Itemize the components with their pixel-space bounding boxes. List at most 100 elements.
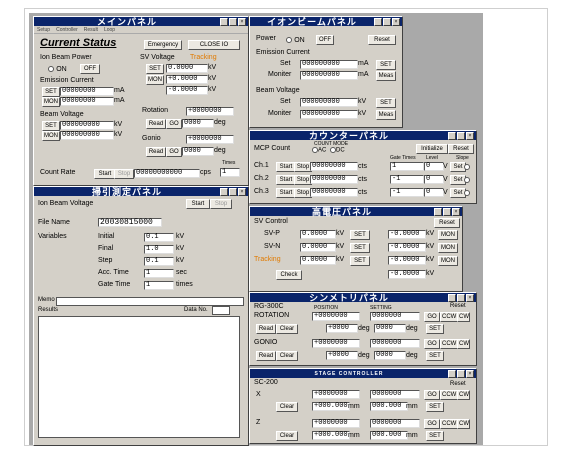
reset-button[interactable]: Reset (450, 303, 466, 309)
bv-meas-button[interactable]: Meas (376, 110, 396, 120)
channel-start-button[interactable]: Start (276, 188, 296, 198)
x-mm-field[interactable]: +000.000 (312, 402, 350, 411)
sv-mon2-field[interactable]: -0.0000 (166, 86, 208, 95)
rotation-clear-button[interactable]: Clear (276, 324, 298, 334)
rotation-deg-field[interactable]: +0000 (326, 324, 358, 333)
emission-set-field[interactable]: 000000000 (300, 60, 358, 69)
sv-mon-button[interactable]: MON (146, 75, 164, 85)
tracking-field[interactable]: 0.0000 (300, 256, 336, 265)
gonio-deg-field[interactable]: 0000 (182, 147, 214, 156)
emission-mon-field[interactable]: 00000000 (60, 97, 114, 106)
emission-mon-field[interactable]: 000000000 (300, 71, 358, 80)
rotation-deg-field[interactable]: 0000 (182, 119, 214, 128)
memo-input[interactable] (56, 297, 244, 306)
maximize-icon[interactable] (457, 369, 465, 378)
scan-stop-button[interactable]: Stop (210, 199, 232, 209)
level-field[interactable]: 0 (424, 188, 444, 197)
close-icon[interactable]: × (392, 17, 400, 26)
gate-times-field[interactable]: -1 (390, 188, 424, 197)
close-icon[interactable]: × (238, 187, 246, 196)
channel-start-button[interactable]: Start (276, 162, 296, 172)
power-on-radio[interactable]: ON (286, 35, 305, 44)
results-area[interactable] (38, 316, 240, 438)
svn-set-button[interactable]: SET (350, 243, 370, 253)
tracking-checkbox[interactable]: Tracking (190, 54, 217, 61)
maximize-icon[interactable] (383, 17, 391, 26)
gonio-setting-field[interactable]: 0000000 (370, 339, 420, 348)
tracking-mon-button[interactable]: MON (438, 256, 458, 266)
data-no-field[interactable] (212, 306, 230, 315)
x-ccw-button[interactable]: CCW (440, 390, 458, 400)
x-setting-field[interactable]: 0000000 (370, 390, 420, 399)
x-mm2-field[interactable]: 000.000 (370, 402, 408, 411)
rotation-cw-button[interactable]: CW (457, 312, 470, 322)
emission-mon-button[interactable]: MON (42, 97, 60, 107)
minimize-icon[interactable] (448, 369, 456, 378)
z-go-button[interactable]: GO (424, 419, 440, 429)
channel-start-button[interactable]: Start (276, 175, 296, 185)
emission-set-field[interactable]: 00000000 (60, 87, 114, 96)
x-position-field[interactable]: +0000000 (312, 390, 360, 399)
close-icon[interactable]: × (466, 131, 474, 140)
file-name-field[interactable]: 20030815000 (98, 218, 162, 227)
rotation-deg2-field[interactable]: 0000 (374, 324, 406, 333)
on-radio[interactable]: ON (48, 64, 67, 73)
close-icon[interactable]: × (238, 17, 246, 26)
bv-set-button[interactable]: SET (376, 98, 396, 108)
sv-mon-field[interactable]: +0.0000 (166, 75, 208, 84)
bv-mon-button[interactable]: MON (42, 131, 60, 141)
x-go-button[interactable]: GO (424, 390, 440, 400)
channel-count-field[interactable]: 00000000 (310, 175, 358, 184)
variable-value-field[interactable]: 0.1 (144, 257, 174, 266)
count-stop-button[interactable]: Stop (114, 169, 134, 179)
svp-mon-field[interactable]: -0.0000 (388, 230, 426, 239)
x-set-button[interactable]: SET (426, 402, 444, 412)
reset-button[interactable]: Reset (434, 218, 460, 228)
z-set-button[interactable]: SET (426, 431, 444, 441)
svp-mon-button[interactable]: MON (438, 230, 458, 240)
minimize-icon[interactable] (220, 17, 228, 26)
reset-button[interactable]: Reset (368, 35, 396, 45)
x-clear-button[interactable]: Clear (276, 402, 298, 412)
z-setting-field[interactable]: 0000000 (370, 419, 420, 428)
close-icon[interactable]: × (452, 207, 460, 216)
emission-set-button[interactable]: SET (376, 60, 396, 70)
bv-set-field[interactable]: 000000000 (300, 98, 358, 107)
gonio-cw-button[interactable]: CW (457, 339, 470, 349)
variable-value-field[interactable]: 1 (144, 269, 174, 278)
z-position-field[interactable]: +0000000 (312, 419, 360, 428)
z-cw-button[interactable]: CW (457, 419, 470, 429)
minimize-icon[interactable] (448, 293, 456, 302)
close-io-button[interactable]: CLOSE IO (188, 40, 240, 50)
minimize-icon[interactable] (374, 17, 382, 26)
slope-radio[interactable] (464, 188, 470, 197)
maximize-icon[interactable] (229, 17, 237, 26)
variable-value-field[interactable]: 1.0 (144, 245, 174, 254)
emission-meas-button[interactable]: Meas (376, 71, 396, 81)
gonio-clear-button[interactable]: Clear (276, 351, 298, 361)
gonio-deg2-field[interactable]: 0000 (374, 351, 406, 360)
rotation-setting-field[interactable]: 0000000 (370, 312, 420, 321)
close-icon[interactable]: × (466, 293, 474, 302)
level-field[interactable]: 0 (424, 175, 444, 184)
count-mode-dc-radio[interactable]: DC (330, 147, 345, 154)
rotation-set-button[interactable]: SET (426, 324, 444, 334)
close-icon[interactable]: × (466, 369, 474, 378)
count-start-button[interactable]: Start (94, 169, 116, 179)
off-button[interactable]: OFF (80, 64, 100, 74)
reset-button[interactable]: Reset (448, 144, 474, 154)
level-field[interactable]: 0 (424, 162, 444, 171)
scan-start-button[interactable]: Start (186, 199, 210, 209)
svn-field[interactable]: 0.0000 (300, 243, 336, 252)
minimize-icon[interactable] (434, 207, 442, 216)
tracking-set-button[interactable]: SET (350, 256, 370, 266)
gate-times-field[interactable]: 1 (390, 162, 424, 171)
count-rate-field[interactable]: 00000000000 (134, 169, 200, 178)
bv-set-field[interactable]: 000000000 (60, 121, 114, 130)
bv-mon-field[interactable]: 000000000 (60, 131, 114, 140)
emergency-button[interactable]: Emergency (144, 40, 182, 50)
emission-set-button[interactable]: SET (42, 87, 60, 97)
rotation-go-button[interactable]: GO (424, 312, 440, 322)
rotation-read-button[interactable]: Read (146, 119, 166, 129)
minimize-icon[interactable] (220, 187, 228, 196)
